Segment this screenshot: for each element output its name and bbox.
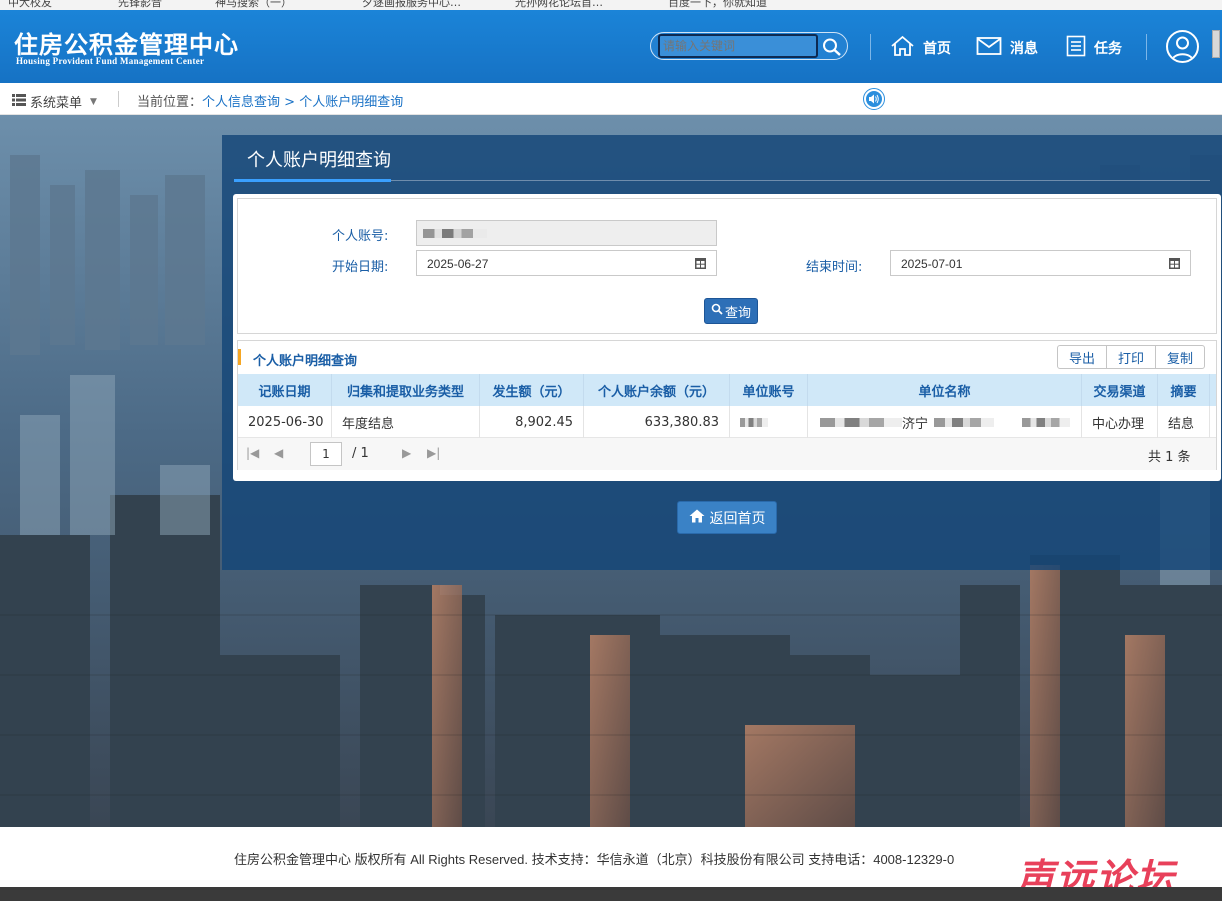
page-footer: 住房公积金管理中心 版权所有 All Rights Reserved. 技术支持… (0, 827, 1222, 901)
back-home-label: 返回首页 (709, 510, 766, 527)
redacted-value (423, 229, 487, 238)
last-page-icon[interactable]: ▶| (427, 446, 440, 460)
breadcrumb-divider (118, 91, 119, 107)
start-date-label: 开始日期: (332, 260, 389, 275)
breadcrumb-bar: 系统菜单 ▼ 当前位置：个人信息查询 > 个人账户明细查询 (0, 83, 1222, 115)
nav-home[interactable]: 首页 (890, 35, 951, 61)
breadcrumb-prefix: 当前位置： (137, 95, 203, 110)
column-header[interactable]: 摘要 (1158, 374, 1210, 406)
bookmark-item[interactable]: 光孙网花论坛首… (515, 0, 603, 10)
column-header[interactable]: 单位名称 (808, 374, 1082, 406)
copy-button[interactable]: 复制 (1155, 345, 1206, 369)
total-records: 共 1 条 (1148, 450, 1191, 465)
search-box (650, 32, 848, 60)
column-header[interactable]: 归集和提取业务类型 (332, 374, 480, 406)
print-button[interactable]: 打印 (1106, 345, 1157, 369)
footer-copyright: 住房公积金管理中心 版权所有 All Rights Reserved. 技术支持… (234, 852, 955, 867)
calendar-icon[interactable] (1158, 250, 1191, 276)
cell-unit-name: 济宁 (808, 406, 1082, 438)
column-header[interactable]: 发生额（元） (480, 374, 584, 406)
query-button[interactable]: 查询 (704, 298, 758, 324)
cell-unit-account (730, 406, 808, 438)
calendar-icon[interactable] (684, 250, 717, 276)
first-page-icon[interactable]: |◀ (246, 446, 259, 460)
redacted-value (1022, 417, 1071, 427)
cell-unit-name-value: 济宁 (902, 416, 929, 432)
detail-grid: 个人账户明细查询 导出 打印 复制 记账日期 归集和提取业务类型 发生额（元） … (237, 340, 1217, 470)
redacted-value (820, 417, 902, 427)
grid-menu-icon (12, 93, 26, 110)
account-label: 个人账号: (332, 229, 389, 244)
grid-title: 个人账户明细查询 (253, 354, 358, 369)
bookmark-item[interactable]: 先锋影音 (118, 0, 162, 10)
footer-bottom-bar (0, 887, 1222, 901)
back-home-button[interactable]: 返回首页 (677, 501, 777, 534)
column-header[interactable]: 记账日期 (238, 374, 332, 406)
query-button-label: 查询 (724, 305, 751, 321)
bookmark-item[interactable]: 神马搜索（一） (215, 0, 292, 10)
prev-page-icon[interactable]: ◀ (274, 446, 283, 460)
site-logo-title: 住房公积金管理中心 (14, 30, 239, 59)
cell-amount: 8,902.45 (480, 406, 584, 438)
table-row[interactable]: 2025-06-30 年度结息 8,902.45 633,380.83 济宁 中… (238, 406, 1216, 438)
search-icon[interactable] (821, 37, 843, 57)
cell-balance: 633,380.83 (584, 406, 730, 438)
grid-title-accent (238, 349, 241, 365)
cell-type: 年度结息 (332, 406, 480, 438)
speaker-icon[interactable] (863, 88, 885, 110)
total-pages: / 1 (352, 446, 369, 461)
export-button[interactable]: 导出 (1057, 345, 1108, 369)
nav-messages[interactable]: 消息 (976, 36, 1038, 60)
task-list-icon (1066, 35, 1086, 61)
breadcrumb: 当前位置：个人信息查询 > 个人账户明细查询 (137, 91, 403, 110)
page-scrollbar[interactable] (1212, 30, 1220, 58)
site-logo-subtitle: Housing Provident Fund Management Center (16, 56, 205, 66)
cell-channel: 中心办理 (1082, 406, 1158, 438)
grid-header: 个人账户明细查询 导出 打印 复制 (238, 341, 1216, 373)
grid-toolbar: 导出 打印 复制 (1057, 345, 1206, 369)
cell-date: 2025-06-30 (238, 406, 332, 438)
column-header[interactable]: 单位账号 (730, 374, 808, 406)
header-divider (1146, 34, 1147, 60)
nav-tasks-label: 任务 (1094, 41, 1122, 57)
pagination-bar: |◀ ◀ 1 / 1 ▶ ▶| 共 1 条 (238, 438, 1216, 470)
top-header: 住房公积金管理中心 Housing Provident Fund Managem… (0, 10, 1222, 83)
header-divider (870, 34, 871, 60)
query-form: 个人账号: 开始日期: 2025-06-27 结束时间: 2025-07-01 … (237, 198, 1217, 334)
next-page-icon[interactable]: ▶ (402, 446, 411, 460)
home-icon (890, 35, 915, 61)
system-menu-toggle[interactable]: 系统菜单 ▼ (12, 92, 97, 111)
mail-icon (976, 36, 1002, 60)
cell-summary: 结息 (1158, 406, 1210, 438)
nav-home-label: 首页 (923, 41, 951, 57)
end-date-label: 结束时间: (806, 260, 863, 275)
column-header[interactable]: 个人账户余额（元） (584, 374, 730, 406)
panel-title: 个人账户明细查询 (247, 150, 391, 170)
breadcrumb-separator: > (280, 95, 300, 110)
breadcrumb-level2[interactable]: 个人账户明细查询 (299, 95, 403, 110)
bookmark-item[interactable]: 百度一下，你就知道 (668, 0, 767, 10)
nav-messages-label: 消息 (1010, 41, 1038, 57)
bookmark-item[interactable]: 中大校友 (8, 0, 52, 10)
column-header[interactable]: 交易渠道 (1082, 374, 1158, 406)
page-number-input[interactable]: 1 (310, 442, 342, 466)
home-icon (689, 509, 705, 527)
query-card: 个人账号: 开始日期: 2025-06-27 结束时间: 2025-07-01 … (233, 194, 1221, 481)
breadcrumb-level1[interactable]: 个人信息查询 (202, 95, 280, 110)
caret-down-icon: ▼ (90, 96, 97, 107)
table-header: 记账日期 归集和提取业务类型 发生额（元） 个人账户余额（元） 单位账号 单位名… (238, 374, 1216, 406)
start-date-field[interactable]: 2025-06-27 (416, 250, 685, 276)
nav-tasks[interactable]: 任务 (1066, 35, 1122, 61)
bookmark-item[interactable]: 夕逐画报服务中心… (362, 0, 461, 10)
search-input[interactable] (658, 34, 818, 58)
system-menu-label: 系统菜单 (30, 96, 83, 111)
account-field[interactable] (416, 220, 717, 246)
user-avatar-icon[interactable] (1166, 30, 1199, 63)
redacted-value (934, 417, 995, 427)
panel-title-underline (234, 179, 391, 182)
end-date-field[interactable]: 2025-07-01 (890, 250, 1159, 276)
redacted-value (740, 417, 768, 427)
bookmarks-bar: 中大校友 先锋影音 神马搜索（一） 夕逐画报服务中心… 光孙网花论坛首… 百度一… (0, 0, 1222, 10)
search-icon (711, 303, 723, 319)
